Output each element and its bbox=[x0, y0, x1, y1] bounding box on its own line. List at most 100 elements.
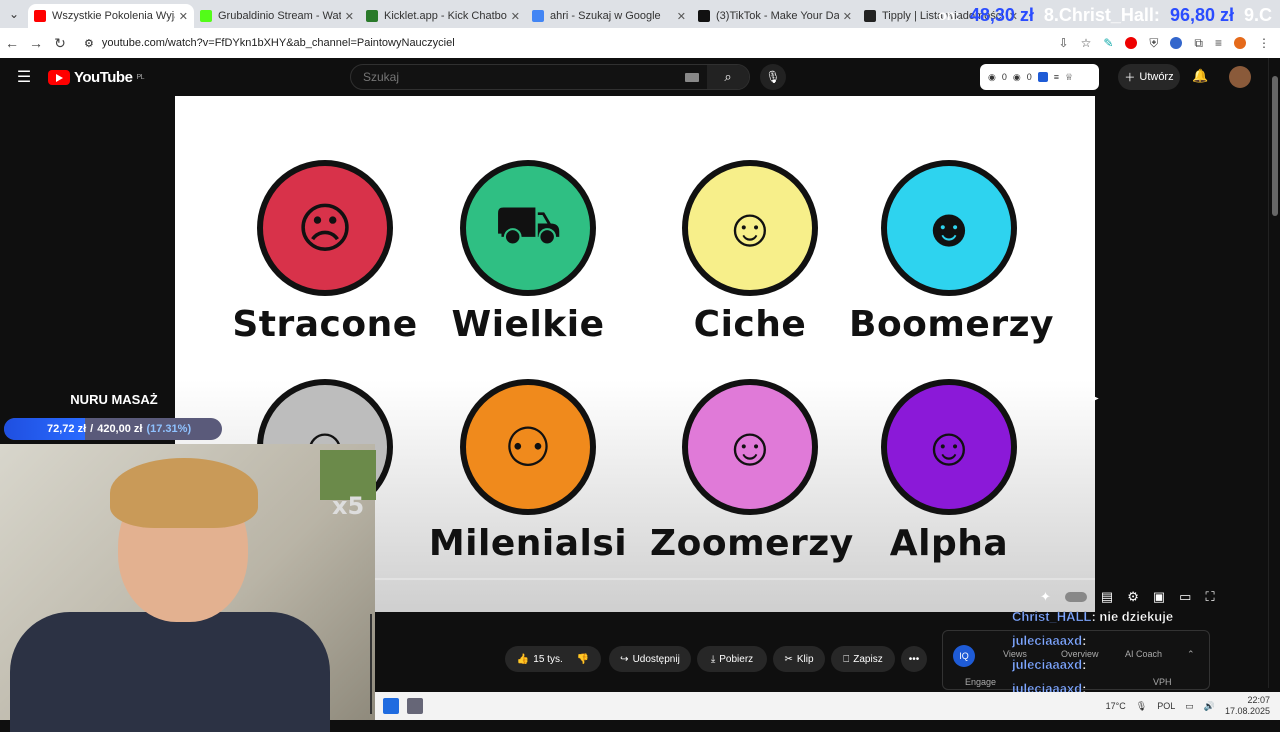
menu-dots-icon[interactable]: ⋮ bbox=[1258, 36, 1270, 50]
autoplay-toggle[interactable] bbox=[1064, 592, 1087, 602]
tab-search-icon[interactable]: ⌄ bbox=[0, 0, 28, 28]
chat-username: juleciaaaxd bbox=[1012, 656, 1083, 672]
extension-stats-pill[interactable]: ◉ 0 ◉ 0 ≡ ♕ bbox=[980, 64, 1099, 90]
install-icon[interactable]: ⇩ bbox=[1059, 36, 1069, 50]
miniplayer-icon[interactable]: ▣ bbox=[1153, 589, 1165, 605]
search-icon: ⌕ bbox=[724, 69, 732, 84]
tab-title: Wszystkie Pokolenia Wyjaśnione bbox=[52, 10, 175, 22]
generation-tile: ⚇ Milenialsi bbox=[428, 379, 628, 564]
extension-toolbar: ⇩ ☆ ✎ ⛨ ⧉ ≡ ⋮ bbox=[1059, 36, 1271, 51]
browser-tab[interactable]: Kicklet.app - Kick Chatbot ✕ bbox=[360, 4, 526, 28]
overlay-tail: 9.C bbox=[1243, 4, 1272, 25]
notifications-bell-icon[interactable]: 🔔 bbox=[1192, 68, 1208, 84]
system-clock[interactable]: 22:07 17.08.2025 bbox=[1225, 695, 1270, 717]
generation-tile: ☺ Ciche bbox=[650, 160, 850, 345]
taskbar-app-icon[interactable] bbox=[383, 698, 399, 714]
bookmark-star-icon[interactable]: ☆ bbox=[1081, 36, 1092, 50]
reload-icon[interactable]: ↻ bbox=[48, 35, 72, 52]
save-label: Zapisz bbox=[853, 653, 883, 665]
extension-blue-icon[interactable] bbox=[1170, 37, 1183, 49]
youtube-logo[interactable]: YouTube PL bbox=[48, 69, 144, 86]
eye-icon-2: ◉ bbox=[1012, 71, 1021, 82]
trophy-icon: ♕ bbox=[1065, 71, 1074, 82]
browser-tab-strip: ⌄ Wszystkie Pokolenia Wyjaśnione✕Grubald… bbox=[0, 0, 1280, 28]
tab-favicon-icon bbox=[200, 10, 212, 22]
share-button[interactable]: ↪ Udostępnij bbox=[609, 646, 691, 672]
create-label: Utwórz bbox=[1139, 71, 1174, 83]
voice-search-button[interactable]: 🎙 bbox=[760, 64, 786, 90]
subtitles-icon[interactable]: ▤ bbox=[1101, 589, 1113, 605]
search-input[interactable] bbox=[351, 70, 685, 84]
tab-close-icon[interactable]: ✕ bbox=[843, 10, 852, 23]
generation-face-icon: ⚇ bbox=[460, 379, 596, 515]
theater-mode-icon[interactable]: ▭ bbox=[1179, 589, 1191, 605]
tab-close-icon[interactable]: ✕ bbox=[345, 10, 354, 23]
site-info-icon[interactable]: ⚙ bbox=[84, 37, 94, 50]
language-indicator[interactable]: POL bbox=[1157, 701, 1175, 711]
ext-count-2: 0 bbox=[1026, 72, 1032, 82]
like-button[interactable]: 👍 15 tys. 👎 bbox=[505, 646, 601, 672]
tab-title: (3)TikTok - Make Your Day bbox=[716, 10, 839, 22]
clip-button[interactable]: ✂ Klip bbox=[773, 646, 825, 672]
save-button[interactable]: ⎕ Zapisz bbox=[831, 646, 895, 672]
tab-close-icon[interactable]: ✕ bbox=[511, 10, 520, 23]
back-icon[interactable]: ← bbox=[0, 35, 24, 51]
profile-avatar[interactable] bbox=[1234, 37, 1246, 49]
page-scrollbar[interactable] bbox=[1268, 58, 1280, 688]
tab-favicon-icon bbox=[34, 10, 46, 22]
extension-icon[interactable]: ✎ bbox=[1103, 36, 1113, 50]
video-progress-bar[interactable] bbox=[375, 578, 1095, 580]
generation-face-icon: ⛟ bbox=[460, 160, 596, 296]
autoplay-sparkle-icon[interactable]: ✦ bbox=[1040, 589, 1051, 605]
youtube-play-icon bbox=[48, 69, 70, 85]
scissors-icon: ✂ bbox=[784, 653, 793, 665]
chat-message: juleciaaaxd: bbox=[992, 652, 1192, 676]
dislike-icon[interactable]: 👎 bbox=[577, 654, 589, 665]
like-count: 15 tys. bbox=[533, 653, 563, 665]
volume-icon[interactable]: 🔊 bbox=[1204, 701, 1215, 712]
browser-tab[interactable]: Grubaldinio Stream - Watch Live ✕ bbox=[194, 4, 360, 28]
adblock-icon[interactable] bbox=[1125, 37, 1138, 49]
microphone-icon: 🎙 bbox=[765, 70, 781, 84]
download-button[interactable]: ⤓ Pobierz bbox=[697, 646, 767, 672]
search-button[interactable]: ⌕ bbox=[707, 65, 749, 89]
tab-close-icon[interactable]: ✕ bbox=[179, 10, 188, 23]
keyboard-icon[interactable] bbox=[685, 72, 699, 82]
address-bar[interactable]: ⚙ youtube.com/watch?v=FfDYkn1bXHY&ab_cha… bbox=[78, 32, 978, 54]
clip-label: Klip bbox=[796, 653, 814, 665]
youtube-header: ☰ YouTube PL ⌕ 🎙 ◉ 0 ◉ 0 ≡ ♕ ＋ Utwórz 🔔 bbox=[0, 58, 1268, 96]
chat-username: Christ_HALL bbox=[1012, 608, 1092, 624]
url-text: youtube.com/watch?v=FfDYkn1bXHY&ab_chann… bbox=[101, 37, 455, 49]
generation-face-icon: ☺ bbox=[682, 160, 818, 296]
weather-temp[interactable]: 17°C bbox=[1106, 701, 1126, 711]
browser-tab[interactable]: (3)TikTok - Make Your Day ✕ bbox=[692, 4, 858, 28]
ext-logo-icon bbox=[1037, 72, 1048, 82]
webcam-streamer-shirt bbox=[10, 612, 330, 732]
scrollbar-thumb[interactable] bbox=[1272, 76, 1278, 216]
chat-text: : bbox=[1082, 632, 1087, 648]
generation-label: Stracone bbox=[232, 304, 418, 345]
browser-tab[interactable]: ahri - Szukaj w Google ✕ bbox=[526, 4, 692, 28]
shield-icon[interactable]: ⛨ bbox=[1149, 36, 1158, 51]
ext-logo-badge: IQ bbox=[953, 645, 975, 667]
tab-title: Grubaldinio Stream - Watch Live bbox=[218, 10, 341, 22]
account-avatar[interactable] bbox=[1229, 66, 1251, 88]
hamburger-icon[interactable]: ☰ bbox=[0, 67, 48, 87]
tab-close-icon[interactable]: ✕ bbox=[677, 10, 686, 23]
forward-icon[interactable]: → bbox=[24, 35, 48, 51]
settings-gear-icon[interactable]: ⚙ bbox=[1127, 589, 1139, 605]
chat-text: : nie dziekuje bbox=[1091, 608, 1174, 624]
tab-title: Kicklet.app - Kick Chatbot bbox=[384, 10, 507, 22]
puzzle-icon[interactable]: ⧉ bbox=[1194, 36, 1203, 51]
more-actions-button[interactable]: ••• bbox=[901, 646, 927, 672]
create-button[interactable]: ＋ Utwórz bbox=[1118, 64, 1180, 90]
browser-tab[interactable]: Wszystkie Pokolenia Wyjaśnione ✕ bbox=[28, 4, 194, 28]
fullscreen-icon[interactable]: ⛶ bbox=[1205, 589, 1214, 605]
bookmark-icon: ⎕ bbox=[843, 653, 850, 665]
overlay-donor-2: 8.Christ_Hall: bbox=[1043, 4, 1160, 25]
taskbar-calculator-icon[interactable] bbox=[407, 698, 423, 714]
thumbs-up-icon: 👍 bbox=[516, 653, 530, 665]
mic-tray-icon[interactable]: 🎙 bbox=[1136, 701, 1147, 712]
reading-list-icon[interactable]: ≡ bbox=[1215, 36, 1222, 50]
network-icon[interactable]: ▭ bbox=[1185, 701, 1194, 712]
